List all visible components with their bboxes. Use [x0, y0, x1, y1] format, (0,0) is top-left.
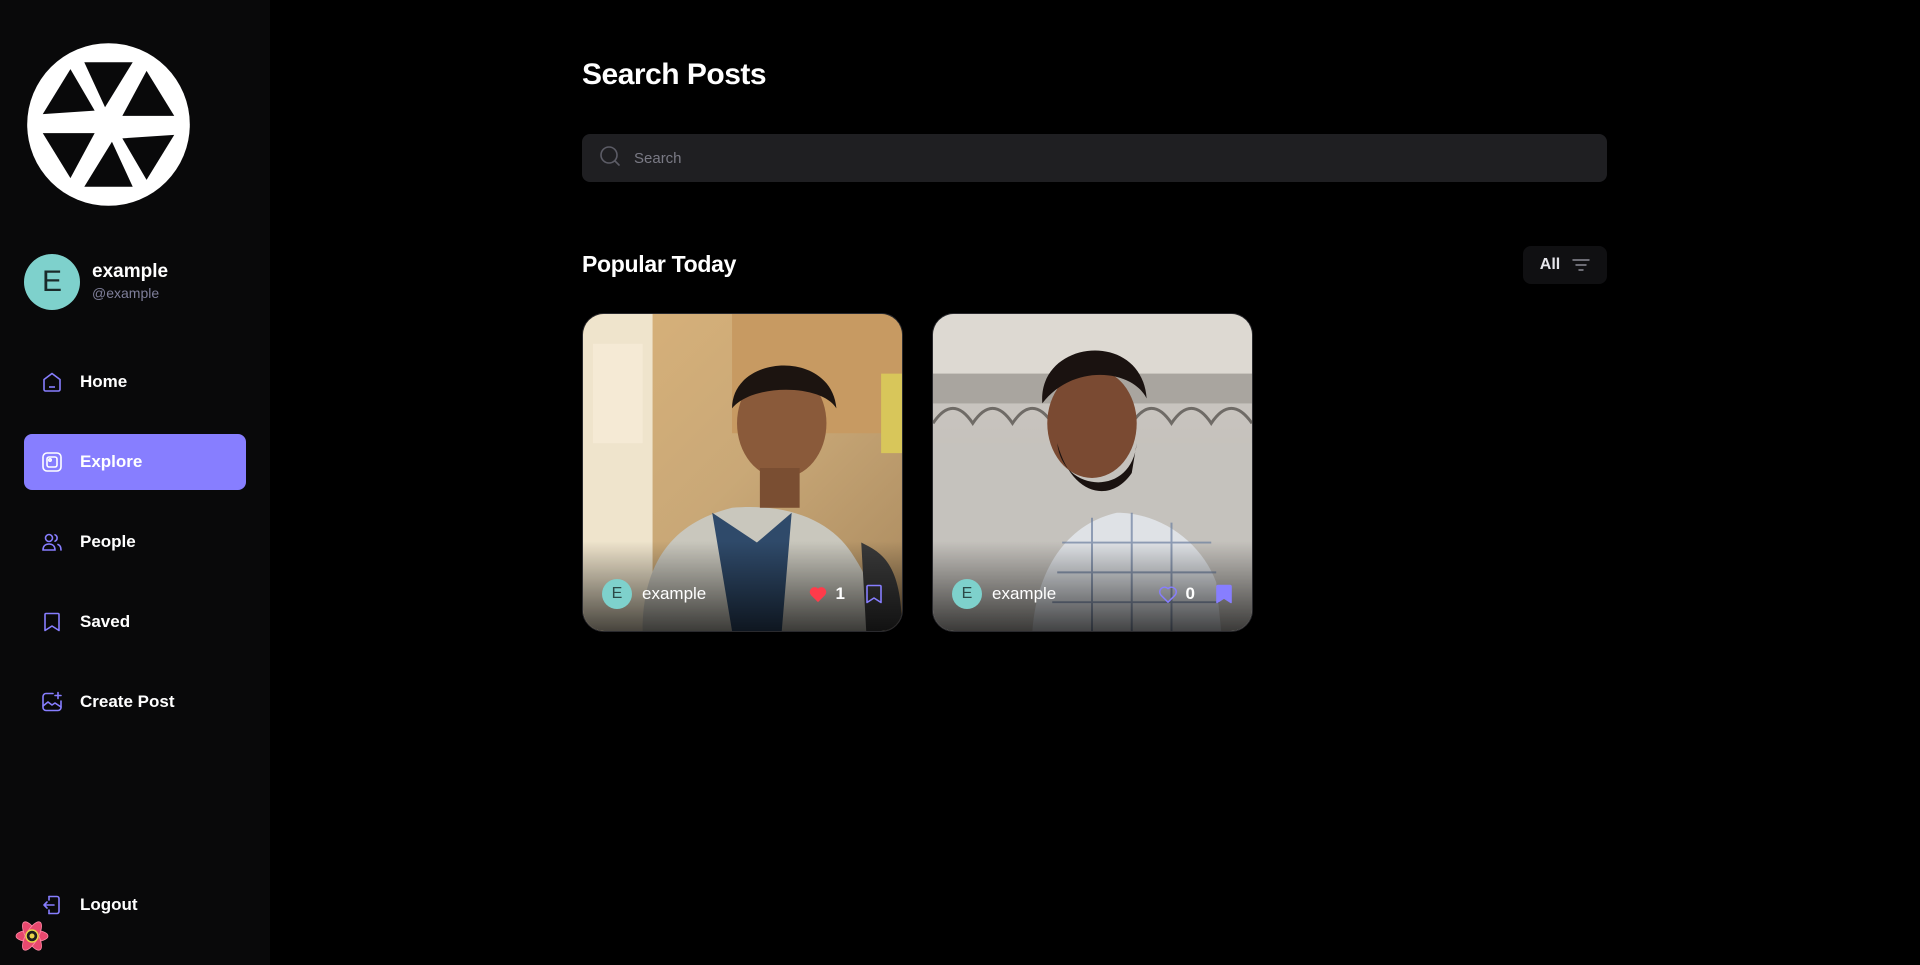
user-profile[interactable]: E example @example [24, 254, 168, 310]
sidebar-item-label: Home [80, 372, 128, 391]
card-footer: E example 1 [602, 579, 883, 609]
explore-icon [40, 450, 64, 474]
sidebar-item-label: Saved [80, 612, 131, 631]
sidebar-item-saved[interactable]: Saved [24, 594, 246, 650]
profile-handle: @example [92, 285, 160, 301]
avatar[interactable]: E [602, 579, 632, 609]
avatar[interactable]: E [952, 579, 982, 609]
heart-outline-icon [1158, 586, 1177, 603]
sidebar-item-label: People [80, 532, 136, 551]
search-input[interactable] [634, 149, 1534, 167]
bookmark-icon [40, 610, 64, 634]
logout-label: Logout [80, 895, 138, 914]
search-bar[interactable] [582, 134, 1607, 182]
post-card[interactable]: E example 1 [582, 313, 903, 632]
card-footer: E example 0 [952, 579, 1233, 609]
post-card[interactable]: E example 0 [932, 313, 1253, 632]
like-button[interactable]: 1 [808, 584, 845, 604]
heart-filled-icon [809, 587, 826, 603]
search-icon [598, 144, 622, 173]
react-devtools-icon[interactable] [12, 916, 52, 956]
app-logo-icon[interactable] [22, 38, 195, 211]
people-icon [40, 530, 64, 554]
bookmark-filled-icon[interactable] [1215, 584, 1233, 604]
sidebar-item-create-post[interactable]: Create Post [24, 674, 246, 730]
sidebar: E example @example Home Explore People S… [0, 0, 270, 965]
sidebar-item-explore[interactable]: Explore [24, 434, 246, 490]
filter-button[interactable]: All [1523, 246, 1607, 284]
sidebar-item-label: Explore [80, 452, 143, 471]
avatar: E [24, 254, 80, 310]
logout-icon [40, 893, 64, 917]
logout-button[interactable]: Logout [24, 877, 246, 933]
post-author[interactable]: example [642, 584, 808, 604]
home-icon [40, 370, 64, 394]
sidebar-item-people[interactable]: People [24, 514, 246, 570]
filter-icon [1572, 259, 1590, 271]
like-count: 1 [835, 584, 845, 603]
filter-label: All [1539, 256, 1561, 273]
sidebar-item-label: Create Post [80, 692, 175, 711]
sidebar-item-home[interactable]: Home [24, 354, 246, 410]
like-count: 0 [1185, 584, 1195, 603]
bookmark-icon[interactable] [865, 584, 883, 604]
post-author[interactable]: example [992, 584, 1158, 604]
page-title: Search Posts [582, 58, 767, 91]
create-post-icon [40, 690, 64, 714]
profile-name: example [92, 261, 169, 282]
section-title: Popular Today [582, 251, 737, 277]
like-button[interactable]: 0 [1158, 584, 1195, 604]
